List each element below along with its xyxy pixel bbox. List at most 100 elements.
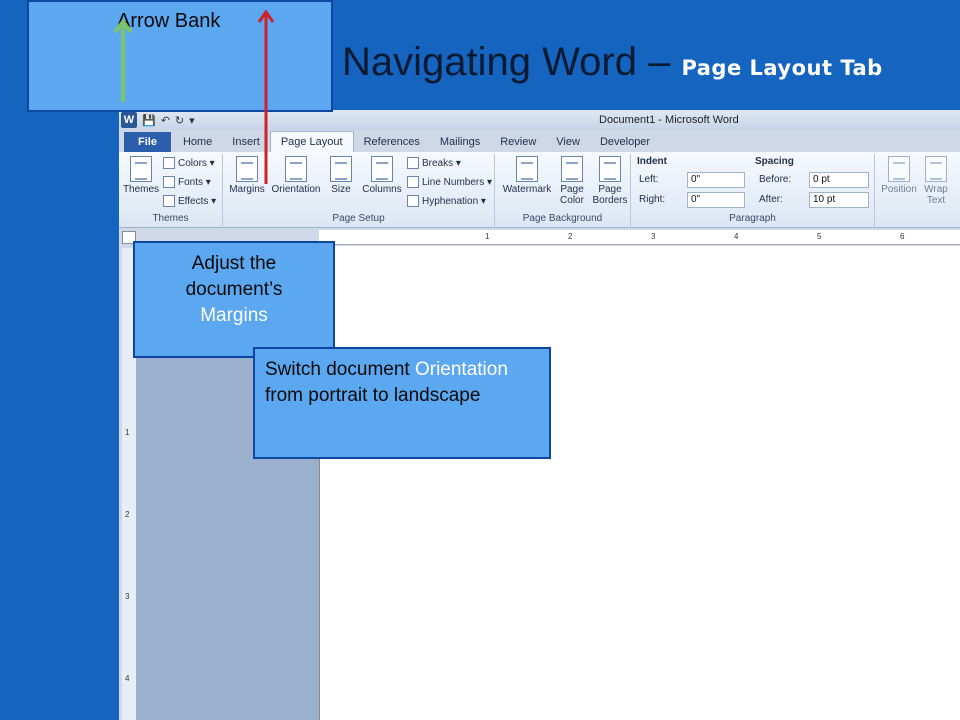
hyphenation-label: Hyphenation ▾ — [422, 195, 486, 207]
hyphenation-button[interactable]: Hyphenation ▾ — [407, 195, 486, 207]
arrange-group: Position Wrap Text — [875, 154, 960, 226]
position-button[interactable]: Position — [879, 156, 919, 195]
orientation-callout: Switch document Orientation from portrai… — [253, 347, 551, 459]
ruler-number: 3 — [125, 592, 130, 601]
effects-icon — [163, 195, 175, 207]
ruler-number: 3 — [651, 232, 656, 241]
line-numbers-icon — [407, 176, 419, 188]
spacing-after-input[interactable]: 10 pt — [809, 192, 869, 208]
page-borders-label: Page Borders — [592, 184, 628, 206]
tab-file[interactable]: File — [124, 132, 171, 152]
wrap-text-label: Wrap Text — [924, 184, 948, 206]
undo-icon[interactable]: ↶ — [161, 114, 170, 127]
tab-developer[interactable]: Developer — [590, 132, 660, 152]
page-borders-button[interactable]: Page Borders — [591, 156, 629, 206]
paragraph-group-label: Paragraph — [729, 213, 776, 224]
line-numbers-label: Line Numbers ▾ — [422, 176, 493, 188]
themes-button[interactable]: Themes — [121, 156, 161, 195]
line-numbers-button[interactable]: Line Numbers ▾ — [407, 176, 492, 188]
colors-button[interactable]: Colors ▾ — [163, 157, 215, 169]
fonts-button[interactable]: Fonts ▾ — [163, 176, 211, 188]
margins-callout: Adjust the document’s Margins — [133, 241, 335, 358]
size-icon — [330, 156, 352, 182]
spacing-after-label: After: — [759, 194, 783, 205]
tab-references[interactable]: References — [354, 132, 430, 152]
green-arrow-icon[interactable] — [113, 18, 133, 106]
watermark-label: Watermark — [502, 184, 552, 195]
ribbon: Themes Colors ▾ Fonts ▾ Effects ▾ Themes… — [119, 152, 960, 228]
tab-home[interactable]: Home — [173, 132, 222, 152]
size-button[interactable]: Size — [325, 156, 357, 195]
page-color-button[interactable]: Page Color — [555, 156, 589, 206]
page-color-label: Page Color — [560, 184, 584, 206]
columns-label: Columns — [362, 184, 402, 195]
word-logo-icon[interactable]: W — [121, 112, 137, 128]
page-background-group-label: Page Background — [522, 213, 603, 224]
ruler-number: 4 — [734, 232, 739, 241]
breaks-label: Breaks ▾ — [422, 157, 461, 169]
wrap-text-button[interactable]: Wrap Text — [921, 156, 951, 206]
tab-view[interactable]: View — [546, 132, 590, 152]
fonts-label: Fonts ▾ — [178, 176, 211, 188]
size-label: Size — [331, 184, 351, 195]
tab-mailings[interactable]: Mailings — [430, 132, 490, 152]
indent-left-input[interactable]: 0" — [687, 172, 745, 188]
columns-button[interactable]: Columns — [359, 156, 405, 195]
indent-right-input[interactable]: 0" — [687, 192, 745, 208]
save-icon[interactable]: 💾 — [142, 114, 156, 127]
ruler-number: 1 — [485, 232, 490, 241]
themes-icon — [130, 156, 152, 182]
slide-title-sub: Page Layout Tab — [681, 56, 883, 80]
tab-review[interactable]: Review — [490, 132, 546, 152]
orientation-callout-highlight: Orientation — [414, 359, 508, 380]
columns-icon — [371, 156, 393, 182]
spacing-before-input[interactable]: 0 pt — [809, 172, 869, 188]
effects-button[interactable]: Effects ▾ — [163, 195, 216, 207]
indent-heading: Indent — [637, 156, 667, 167]
red-arrow-icon[interactable] — [256, 8, 276, 186]
spacing-before-label: Before: — [759, 174, 792, 185]
tab-page-layout[interactable]: Page Layout — [269, 131, 354, 152]
ruler-number: 4 — [125, 674, 130, 683]
document-page[interactable] — [319, 246, 960, 720]
slide-title: Navigating Word – Page Layout Tab — [342, 40, 883, 85]
margins-icon — [236, 156, 258, 182]
page-borders-icon — [599, 156, 621, 182]
page-setup-group-label: Page Setup — [332, 213, 385, 224]
breaks-button[interactable]: Breaks ▾ — [407, 157, 461, 169]
horizontal-ruler[interactable]: 1 2 3 4 5 6 — [319, 230, 960, 245]
ruler-number: 2 — [568, 232, 573, 241]
fonts-icon — [163, 176, 175, 188]
themes-button-label: Themes — [122, 184, 160, 195]
window-title: Document1 - Microsoft Word — [599, 114, 739, 126]
watermark-button[interactable]: Watermark — [501, 156, 553, 195]
watermark-icon — [516, 156, 538, 182]
quick-access-toolbar: W 💾 ↶ ↻ ▾ — [121, 112, 195, 128]
themes-group: Themes Colors ▾ Fonts ▾ Effects ▾ Themes — [119, 154, 223, 226]
margins-callout-line3: Margins — [200, 305, 268, 326]
margins-callout-line2: document’s — [185, 279, 283, 300]
redo-icon[interactable]: ↻ — [175, 114, 184, 127]
hyphenation-icon — [407, 195, 419, 207]
ruler-number: 2 — [125, 510, 130, 519]
title-bar: W 💾 ↶ ↻ ▾ Document1 - Microsoft Word — [119, 110, 960, 130]
indent-right-label: Right: — [639, 194, 666, 205]
slide-title-main: Navigating Word – — [342, 40, 682, 84]
themes-group-label: Themes — [152, 213, 189, 224]
orientation-callout-part1: Switch document — [265, 359, 415, 380]
ruler-number: 5 — [817, 232, 822, 241]
paragraph-group: Indent Left: 0" Right: 0" Spacing Before… — [631, 154, 875, 226]
position-label: Position — [881, 184, 917, 195]
effects-label: Effects ▾ — [178, 195, 217, 207]
ribbon-tabs: File Home Insert Page Layout References … — [119, 130, 960, 152]
colors-label: Colors ▾ — [178, 157, 215, 169]
margins-callout-line1: Adjust the — [191, 253, 277, 274]
orientation-button[interactable]: Orientation — [269, 156, 323, 195]
customize-qat-icon[interactable]: ▾ — [189, 114, 195, 127]
orientation-label: Orientation — [271, 184, 321, 195]
orientation-callout-part2: from portrait to landscape — [265, 385, 481, 406]
orientation-icon — [285, 156, 307, 182]
arrow-bank: Arrow Bank — [27, 0, 333, 112]
colors-icon — [163, 157, 175, 169]
page-color-icon — [561, 156, 583, 182]
